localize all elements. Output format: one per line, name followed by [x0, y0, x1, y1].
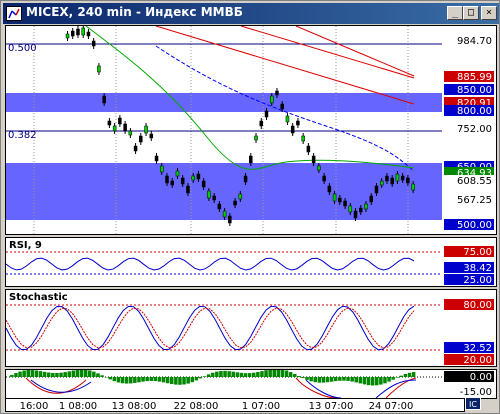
svg-text:75.00: 75.00 [463, 247, 492, 258]
svg-text:25.00: 25.00 [463, 275, 492, 286]
time-tick-label: 13 08:00 [112, 401, 157, 411]
svg-text:32.52: 32.52 [463, 343, 492, 354]
level-label: 75.00 [444, 246, 494, 258]
macd-histogram [10, 368, 416, 386]
time-tick-label: 16:00 [20, 401, 49, 411]
chart-window: MICEX, 240 min - Индекс ММВБ _ □ × 0.500… [0, 0, 500, 414]
time-tick-label: 24 07:00 [369, 401, 414, 411]
time-tick-label: 13 07:00 [309, 401, 354, 411]
trend-line-red-3 [155, 25, 415, 105]
stochastic-chart: Stochastic 80.00 32.5220.00 [5, 290, 496, 366]
svg-text:752.00: 752.00 [457, 124, 492, 135]
price-label: 752.00 [444, 123, 494, 135]
level-label: 25.00 [444, 274, 494, 286]
price-label: 567.25 [444, 194, 494, 206]
svg-text:80.00: 80.00 [463, 300, 492, 311]
time-tick-label: 1 08:00 [59, 401, 97, 411]
price-label: 850.00 [444, 84, 494, 96]
svg-text:850.00: 850.00 [457, 85, 492, 96]
maximize-button[interactable]: □ [463, 6, 479, 20]
svg-text:984.70: 984.70 [457, 36, 492, 47]
macd-panel[interactable]: 0.00 -15.00 [5, 368, 497, 399]
svg-text:800.00: 800.00 [457, 106, 492, 117]
svg-text:885.99: 885.99 [457, 72, 492, 83]
stochastic-label: Stochastic [9, 292, 68, 303]
time-tick-label: 22 08:00 [174, 401, 219, 411]
price-label: 800.00 [444, 105, 494, 117]
svg-text:20.00: 20.00 [463, 355, 492, 366]
level-label: 80.00 [444, 299, 494, 311]
fib-label-382: 0.382 [8, 130, 37, 141]
stochastic-panel[interactable]: Stochastic 80.00 32.52 20.00 [5, 289, 497, 367]
window-title: MICEX, 240 min - Индекс ММВБ [26, 5, 243, 19]
fib-label-500: 0.500 [8, 43, 37, 54]
svg-text:567.25: 567.25 [457, 195, 492, 206]
price-label: 885.99 [444, 71, 494, 83]
time-axis: 16:00 1 08:00 13 08:00 22 08:00 1 07:00 13 07… [5, 398, 465, 412]
rsi-line [5, 257, 415, 271]
level-label: 32.52 [444, 342, 494, 354]
trend-line-red-1 [240, 25, 415, 79]
level-label: 38.42 [444, 262, 494, 274]
main-price-panel[interactable]: 0.500 0.382 984.70 885.99 850.00 820.91 800.… [5, 25, 497, 235]
svg-text:0.00: 0.00 [470, 372, 492, 383]
price-chart: 0.500 0.382 984.70885.99850.00820.91800.… [6, 25, 496, 234]
rsi-level-labels: 75.00 38.4225.00 [444, 246, 494, 286]
price-label: 984.70 [444, 35, 494, 47]
autoscroll-button[interactable]: IC [465, 397, 481, 410]
svg-text:38.42: 38.42 [463, 263, 492, 274]
zone-850-800 [6, 93, 442, 112]
price-label: 500.00 [444, 219, 494, 231]
rsi-chart: RSI, 9 75.00 38.4225.00 [5, 238, 496, 286]
chart-app-icon [6, 6, 22, 21]
level-label: 0.00 [444, 371, 494, 383]
macd-line [30, 379, 417, 399]
macd-chart: 0.00-15.00 [6, 368, 496, 399]
minimize-button[interactable]: _ [447, 6, 463, 20]
price-label: 608.55 [444, 175, 494, 187]
svg-text:608.55: 608.55 [457, 176, 492, 187]
level-label: 20.00 [444, 354, 494, 366]
trend-line-red-2 [295, 25, 415, 77]
rsi-label: RSI, 9 [9, 240, 42, 251]
svg-text:500.00: 500.00 [457, 220, 492, 231]
stoch-k-line [5, 305, 415, 351]
rsi-panel[interactable]: RSI, 9 75.00 38.42 25.00 [5, 237, 497, 287]
close-button[interactable]: × [481, 6, 497, 20]
title-bar[interactable]: MICEX, 240 min - Индекс ММВБ _ □ × [3, 3, 499, 24]
time-tick-label: 1 07:00 [242, 401, 280, 411]
stoch-d-line [5, 307, 415, 349]
